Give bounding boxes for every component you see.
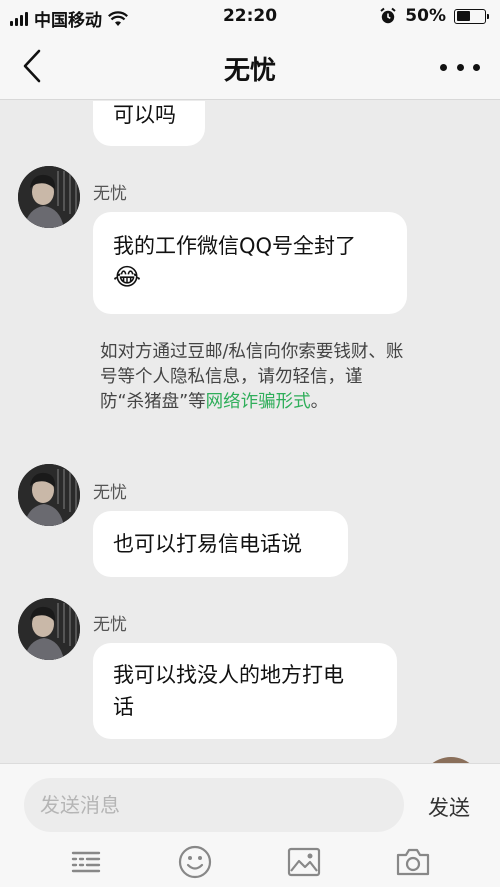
- alarm-icon: [380, 7, 396, 24]
- avatar[interactable]: [18, 598, 80, 660]
- keyboard-icon: [71, 851, 101, 873]
- message-bubble[interactable]: 也可以打易信电话说: [93, 511, 348, 577]
- camera-button[interactable]: [393, 844, 433, 880]
- more-dot: [456, 63, 464, 71]
- more-button[interactable]: [440, 56, 480, 78]
- page-title: 无忧: [223, 56, 276, 86]
- notice-end: 。: [310, 392, 329, 412]
- emoji-icon: [178, 845, 212, 879]
- safety-notice: 如对方通过豆邮/私信向你索要钱财、账号等个人隐私信息，请勿轻信，谨防“杀猪盘”等…: [100, 340, 405, 415]
- avatar[interactable]: [18, 166, 80, 228]
- keyboard-button[interactable]: [66, 844, 106, 880]
- avatar-image: [18, 464, 80, 526]
- more-dot: [473, 63, 480, 71]
- avatar-image: [18, 166, 80, 228]
- message-bubble[interactable]: 我的工作微信QQ号全封了 😂: [93, 212, 407, 314]
- avatar-image: [18, 598, 80, 660]
- battery-icon: [454, 8, 489, 24]
- avatar[interactable]: [18, 464, 80, 526]
- message-input[interactable]: [24, 778, 404, 832]
- message-text: 我的工作微信QQ号全封了: [113, 234, 357, 258]
- message-text: 我可以找没人的地方打电: [113, 663, 344, 687]
- image-icon: [287, 847, 321, 877]
- message-bubble[interactable]: 我可以找没人的地方打电 话: [93, 643, 397, 739]
- chat-area[interactable]: 可以吗 无忧 我的工作微信QQ号全封了 😂 如对方通过豆邮/私信向你索要钱财、账…: [0, 101, 500, 763]
- status-right: 50%: [379, 6, 489, 26]
- laughing-emoji-icon: 😂: [113, 263, 142, 291]
- nav-bar: 无忧: [0, 34, 500, 100]
- message-bubble[interactable]: 可以吗: [93, 101, 205, 146]
- message-text: 也可以打易信电话说: [113, 532, 302, 556]
- message-text: 话: [113, 695, 134, 719]
- sender-name: 无忧: [93, 184, 127, 204]
- fraud-info-link[interactable]: 网络诈骗形式: [206, 392, 311, 412]
- emoji-button[interactable]: [175, 844, 215, 880]
- input-area: 发送: [0, 763, 500, 887]
- message-text: 可以吗: [113, 103, 176, 127]
- more-dot: [440, 63, 447, 71]
- status-bar: 中国移动 22:20 50%: [0, 0, 500, 34]
- battery-percent: 50%: [405, 6, 446, 26]
- camera-icon: [396, 848, 430, 876]
- sender-name: 无忧: [93, 483, 127, 503]
- send-button[interactable]: 发送: [428, 792, 470, 822]
- sender-name: 无忧: [93, 615, 127, 635]
- image-button[interactable]: [284, 844, 324, 880]
- battery-fill: [456, 11, 470, 21]
